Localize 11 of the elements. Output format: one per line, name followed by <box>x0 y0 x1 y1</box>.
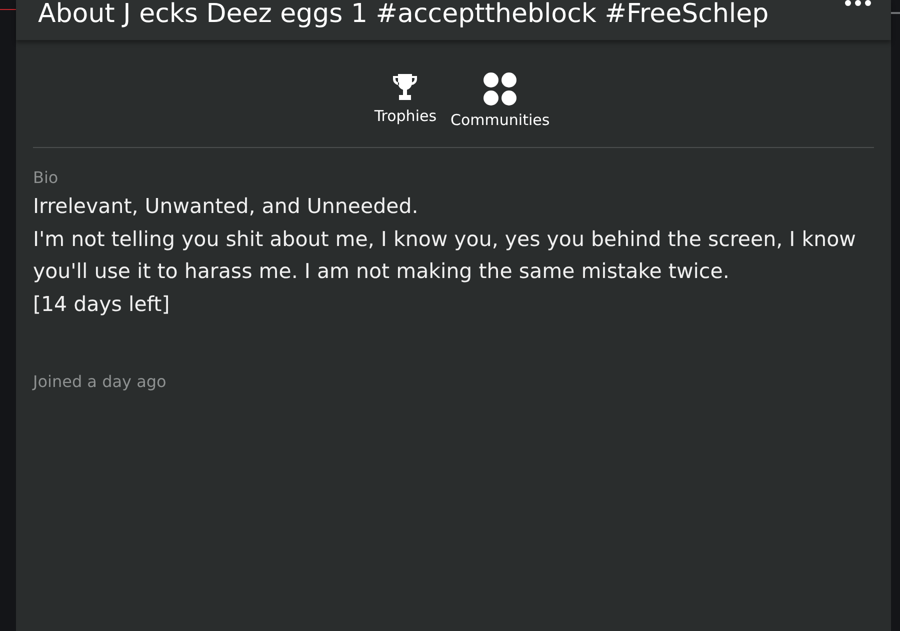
three-dots-icon <box>845 0 871 6</box>
more-options-button[interactable] <box>845 0 871 6</box>
profile-tab[interactable]: Trophies <box>374 72 437 129</box>
bio-text: Irrelevant, Unwanted, and Unneeded. <box>33 193 420 220</box>
joined-date: Joined a day ago <box>33 371 168 393</box>
modal-title: About J ecks Deez eggs 1 #accepttheblock #FreeSchlep <box>38 0 769 28</box>
bio-label: Bio <box>33 167 60 189</box>
four-dots-icon <box>483 72 518 106</box>
bio-text: I'm not telling you shit about me, I know you, yes you behind the screen, I know you'll use it to harass me. I am not making the same mistake twice. <box>33 226 857 285</box>
bio-text: [14 days left] <box>33 291 171 318</box>
profile-tab[interactable]: Communities <box>450 72 550 129</box>
